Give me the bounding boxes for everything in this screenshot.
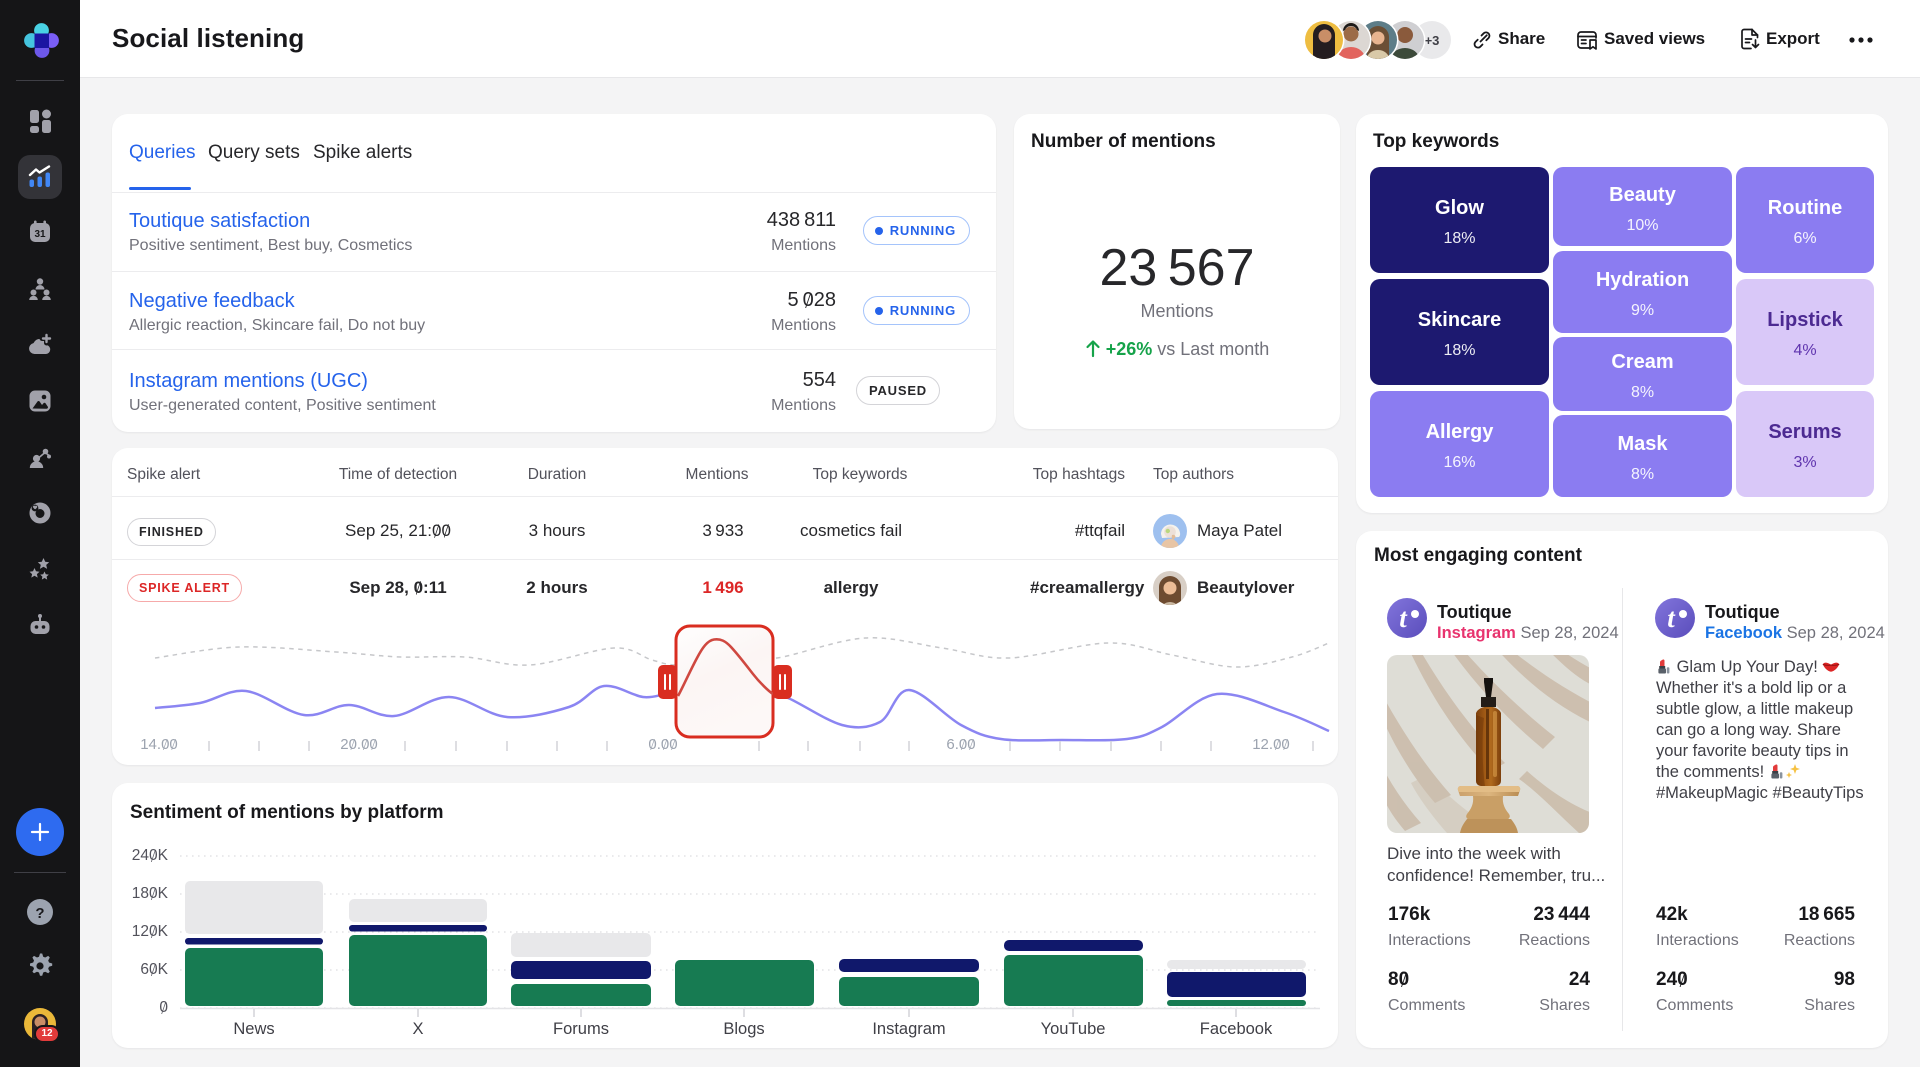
svg-text:31: 31 [34,229,46,240]
svg-text:?: ? [35,905,44,922]
